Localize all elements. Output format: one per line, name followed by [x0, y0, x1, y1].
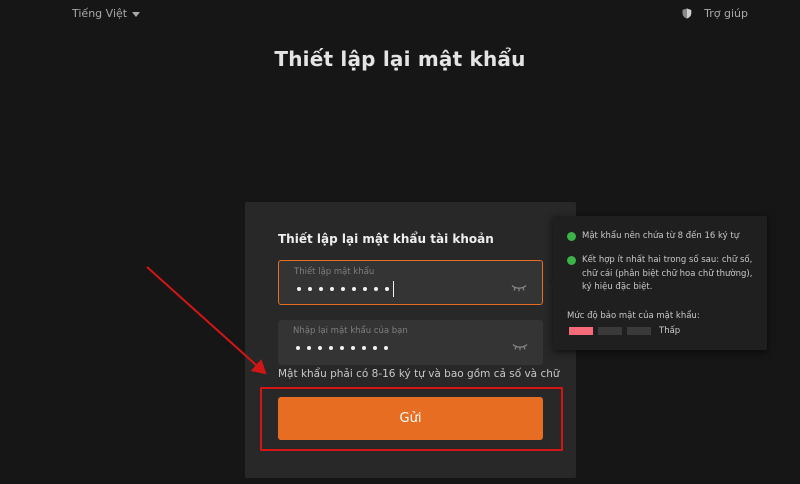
strength-level: Thấp — [659, 326, 681, 336]
strength-bar — [569, 327, 593, 335]
text-cursor — [393, 281, 394, 297]
password-hint: Mật khẩu phải có 8-16 ký tự và bao gồm c… — [278, 368, 560, 380]
password-dot — [351, 346, 355, 350]
password-dot — [374, 287, 378, 291]
password-dot — [308, 287, 312, 291]
new-password-field[interactable]: Thiết lập mật khẩu — [278, 260, 543, 305]
strength-label: Mức độ bảo mật của mật khẩu: — [567, 311, 700, 321]
password-dot — [329, 346, 333, 350]
confirm-password-field[interactable]: Nhập lại mật khẩu của bạn — [278, 320, 543, 365]
check-dot-icon — [567, 256, 576, 265]
page-title: Thiết lập lại mật khẩu — [274, 47, 526, 71]
password-dot — [297, 287, 301, 291]
password-dot — [363, 287, 367, 291]
strength-bar — [598, 327, 622, 335]
confirm-password-value — [296, 339, 388, 357]
password-dot — [362, 346, 366, 350]
password-dot — [385, 287, 389, 291]
password-dot — [384, 346, 388, 350]
help-link[interactable]: Trợ giúp — [682, 7, 748, 20]
confirm-password-label: Nhập lại mật khẩu của bạn — [293, 326, 408, 336]
password-dot — [319, 287, 323, 291]
password-dot — [340, 346, 344, 350]
requirement-item: Kết hợp ít nhất hai trong số sau: chữ số… — [567, 254, 753, 295]
strength-bar — [627, 327, 651, 335]
shield-icon — [682, 8, 692, 19]
password-dot — [373, 346, 377, 350]
form-title: Thiết lập lại mật khẩu tài khoản — [278, 232, 494, 246]
popover-arrow — [548, 277, 553, 287]
help-label: Trợ giúp — [704, 7, 748, 20]
language-label: Tiếng Việt — [72, 7, 128, 20]
check-dot-icon — [567, 232, 576, 241]
password-dot — [341, 287, 345, 291]
password-requirements-popover: Mật khẩu nên chứa từ 8 đến 16 ký tự Kết … — [548, 216, 767, 350]
password-dot — [352, 287, 356, 291]
requirement-text: Mật khẩu nên chứa từ 8 đến 16 ký tự — [582, 231, 740, 241]
password-dot — [330, 287, 334, 291]
language-selector[interactable]: Tiếng Việt — [72, 7, 141, 20]
reset-password-card: Thiết lập lại mật khẩu tài khoản Thiết l… — [245, 202, 576, 478]
new-password-value — [297, 280, 394, 298]
requirement-text: Kết hợp ít nhất hai trong số sau: chữ số… — [582, 255, 753, 292]
eye-closed-icon[interactable] — [511, 278, 527, 297]
caret-down-icon — [132, 11, 141, 17]
password-dot — [296, 346, 300, 350]
new-password-label: Thiết lập mật khẩu — [294, 267, 375, 277]
submit-button[interactable]: Gửi — [278, 397, 543, 440]
eye-closed-icon[interactable] — [512, 337, 528, 356]
requirement-item: Mật khẩu nên chứa từ 8 đến 16 ký tự — [567, 230, 753, 244]
password-dot — [307, 346, 311, 350]
strength-meter: Thấp — [569, 326, 680, 336]
password-dot — [318, 346, 322, 350]
